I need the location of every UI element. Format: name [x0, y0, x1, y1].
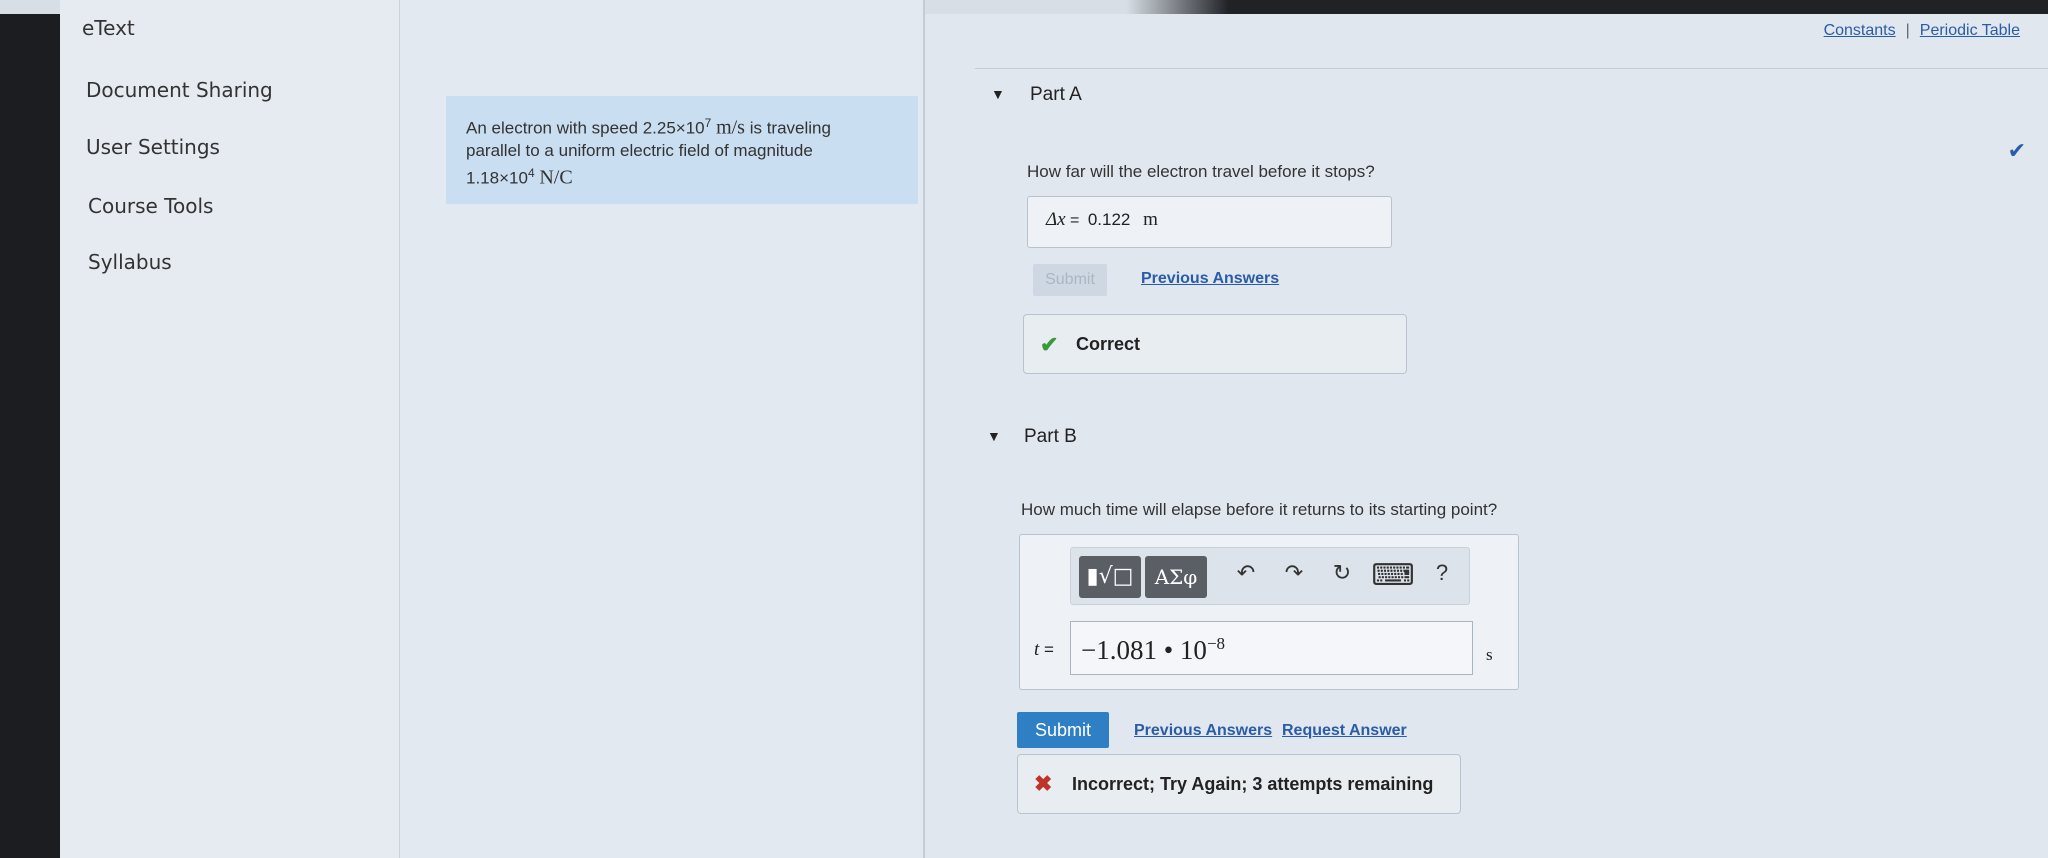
part-a-answer-box: Δx = 0.122 m	[1027, 196, 1392, 248]
part-a-feedback: ✔ Correct	[1023, 314, 1407, 374]
problem-line-2: parallel to a uniform electric field of …	[466, 140, 813, 160]
problem-line1-suffix: is traveling	[744, 118, 831, 138]
correct-check-icon: ✔	[1040, 332, 1059, 357]
sidebar-item-syllabus[interactable]: Syllabus	[88, 250, 172, 274]
part-b-answer-exp: −8	[1206, 634, 1226, 653]
part-b-collapse-icon[interactable]: ▼	[987, 428, 1001, 444]
keyboard-icon[interactable]: ⌨	[1371, 558, 1415, 594]
part-b-answer-unit: s	[1486, 645, 1493, 664]
part-a-question: How far will the electron travel before …	[1027, 162, 1375, 181]
redo-icon[interactable]: ↷	[1279, 560, 1309, 594]
part-b-answer-input[interactable]: −1.081 • 10−8	[1070, 621, 1473, 675]
part-a-previous-answers-link[interactable]: Previous Answers	[1141, 270, 1279, 288]
part-b-submit-button[interactable]: Submit	[1017, 712, 1109, 748]
part-a-answer-value: 0.122	[1087, 210, 1131, 229]
part-b-feedback: ✖ Incorrect; Try Again; 3 attempts remai…	[1017, 754, 1461, 814]
part-a-answer-unit: m	[1143, 209, 1158, 230]
templates-button[interactable]: ▮√□	[1079, 556, 1141, 598]
sidebar: eText Document Sharing User Settings Cou…	[60, 0, 400, 858]
part-b-answer-value: −1.081 • 10−8	[1081, 634, 1225, 666]
problem-field-exp: 4	[527, 165, 535, 180]
sidebar-item-course-tools[interactable]: Course Tools	[88, 194, 213, 218]
screen-bezel-left	[0, 0, 60, 858]
part-b-answer-label: t =	[1034, 639, 1054, 661]
part-a-title[interactable]: Part A	[1030, 84, 1082, 106]
greek-symbols-button[interactable]: ΑΣφ	[1145, 556, 1207, 598]
part-b-answer-panel: ▮√□ ΑΣφ ↶ ↷ ↻ ⌨ ? t = −1.081 • 10−8 s	[1019, 534, 1519, 690]
sidebar-item-user-settings[interactable]: User Settings	[86, 135, 220, 159]
part-a-answer: Δx = 0.122 m	[1046, 209, 1158, 231]
math-toolbar: ▮√□ ΑΣφ ↶ ↷ ↻ ⌨ ?	[1070, 547, 1470, 605]
problem-speed-unit: m/s	[716, 116, 745, 139]
problem-field-unit: N/C	[539, 166, 573, 189]
problem-speed-exp: 7	[704, 116, 712, 130]
problem-column: An electron with speed 2.25×107 m/s is t…	[400, 0, 925, 858]
help-button[interactable]: ?	[1427, 560, 1457, 594]
part-a-answer-var: Δx	[1046, 209, 1066, 230]
part-a-answer-eq: =	[1065, 212, 1084, 229]
incorrect-x-icon: ✖	[1034, 771, 1053, 796]
problem-line-3: 1.18×104 N/C	[466, 162, 898, 190]
part-a-collapse-icon[interactable]: ▼	[991, 86, 1005, 102]
part-a-submit-button[interactable]: Submit	[1033, 264, 1107, 296]
periodic-table-link[interactable]: Periodic Table	[1920, 22, 2020, 39]
problem-field-text: 1.18×10	[466, 168, 528, 188]
constants-link[interactable]: Constants	[1824, 22, 1896, 39]
link-separator: |	[1905, 22, 1910, 39]
part-b-answer-eq: =	[1039, 640, 1054, 659]
part-a-feedback-text: Correct	[1076, 334, 1141, 354]
problem-speed-text: An electron with speed 2.25×10	[466, 118, 705, 138]
parts-column: Constants | Periodic Table ▼ Part A ✔ How …	[927, 14, 2048, 858]
part-b-question: How much time will elapse before it retu…	[1021, 500, 1498, 519]
divider	[975, 68, 2048, 69]
sidebar-item-document-sharing[interactable]: Document Sharing	[86, 78, 273, 102]
undo-icon[interactable]: ↶	[1231, 560, 1261, 594]
problem-line-1: An electron with speed 2.25×107 m/s is t…	[466, 112, 898, 140]
part-b-previous-answers-link[interactable]: Previous Answers	[1134, 722, 1272, 740]
problem-statement: An electron with speed 2.25×107 m/s is t…	[446, 96, 918, 204]
reset-icon[interactable]: ↻	[1327, 560, 1357, 594]
part-b-answer-mantissa: −1.081 • 10	[1081, 635, 1207, 665]
sidebar-item-etext[interactable]: eText	[82, 16, 135, 40]
part-b-title[interactable]: Part B	[1024, 426, 1077, 448]
part-b-feedback-text: Incorrect; Try Again; 3 attempts remaini…	[1072, 774, 1434, 794]
part-a-complete-check-icon: ✔	[2007, 138, 2026, 163]
top-links: Constants | Periodic Table	[1824, 22, 2020, 40]
part-b-request-answer-link[interactable]: Request Answer	[1282, 722, 1407, 740]
